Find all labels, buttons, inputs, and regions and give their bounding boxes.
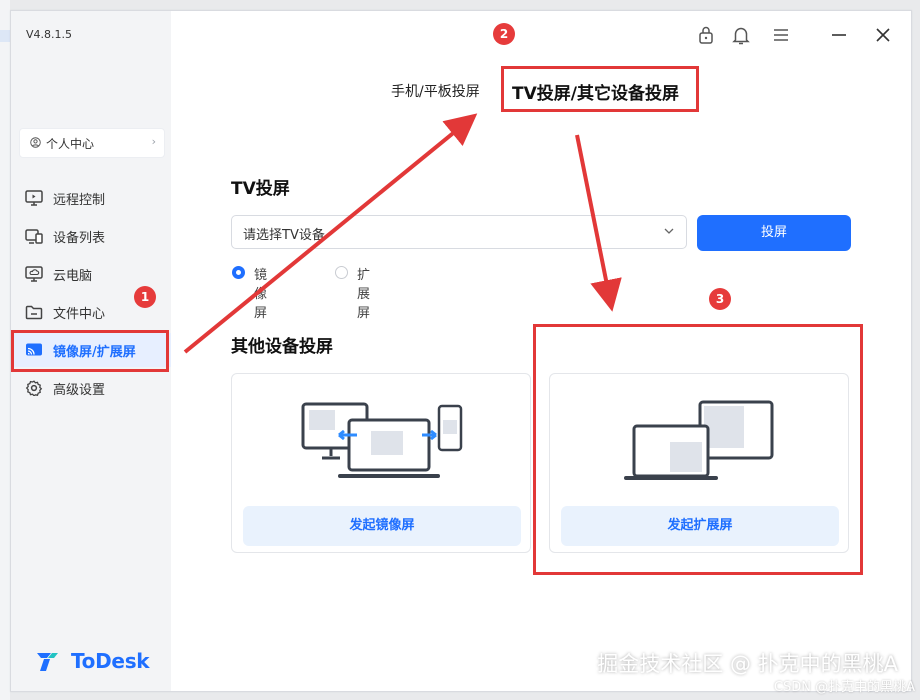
annotation-badge-2: 2: [493, 23, 515, 45]
logo-text: ToDesk: [71, 649, 150, 673]
cast-button[interactable]: 投屏: [697, 215, 851, 251]
sidebar-item-label: 设备列表: [53, 231, 106, 246]
tv-device-placeholder: 请选择TV设备: [243, 228, 325, 243]
menu-icon[interactable]: [770, 24, 792, 46]
sidebar-item-remote-control[interactable]: 远程控制: [11, 181, 171, 215]
folder-icon: [25, 305, 43, 320]
background-window-edge: [0, 0, 10, 700]
version-label: V4.8.1.5: [26, 28, 73, 41]
profile-label: 个人中心: [46, 137, 95, 151]
watermark: 掘金技术社区 @ 扑克中的黑桃A: [597, 652, 898, 676]
lock-icon[interactable]: [695, 24, 717, 46]
tab-tv-other-devices[interactable]: TV投屏/其它设备投屏: [501, 66, 699, 112]
sidebar-item-label: 远程控制: [53, 193, 106, 208]
tab-phone-tablet[interactable]: 手机/平板投屏: [391, 81, 480, 101]
mirror-screen-illustration: [301, 402, 463, 478]
chevron-right-icon: ›: [151, 135, 156, 148]
annotation-box-extend: [533, 324, 863, 575]
cloud-pc-icon: [25, 266, 43, 282]
user-icon: [30, 137, 41, 148]
radio-checked-icon: [232, 266, 245, 279]
bell-icon[interactable]: [730, 24, 752, 46]
todesk-logo-icon: [37, 653, 58, 671]
sidebar-item-label: 文件中心: [53, 307, 106, 322]
monitor-icon: [25, 190, 43, 206]
minimize-icon[interactable]: [828, 24, 850, 46]
sidebar-item-label: 高级设置: [53, 383, 106, 398]
start-mirror-button[interactable]: 发起镜像屏: [243, 506, 521, 546]
annotation-badge-1: 1: [134, 286, 156, 308]
radio-extend-label: 扩展屏: [357, 268, 371, 321]
other-devices-title: 其他设备投屏: [231, 337, 333, 357]
profile-button[interactable]: 个人中心 ›: [19, 128, 165, 158]
radio-unchecked-icon: [335, 266, 348, 279]
sidebar-item-label: 云电脑: [53, 269, 93, 284]
annotation-box-sidebar: [11, 330, 169, 372]
radio-mirror-label: 镜像屏: [254, 268, 268, 321]
device-list-icon: [25, 229, 43, 244]
tab-label: TV投屏/其它设备投屏: [512, 84, 679, 104]
close-icon[interactable]: [872, 24, 894, 46]
sidebar-item-advanced-settings[interactable]: 高级设置: [11, 371, 171, 405]
tv-device-select[interactable]: 请选择TV设备: [231, 215, 687, 249]
sidebar-item-device-list[interactable]: 设备列表: [11, 219, 171, 253]
chevron-down-icon: [664, 228, 674, 234]
background-tag: [0, 30, 10, 42]
gear-icon: [25, 380, 43, 396]
annotation-badge-3: 3: [709, 288, 731, 310]
app-window: V4.8.1.5 个人中心 › 远程控制 设备列表 云电脑 文件中心 镜像屏/扩…: [10, 10, 912, 692]
watermark-sub: CSDN @扑克中的黑桃A: [773, 680, 915, 695]
tv-section-title: TV投屏: [231, 179, 290, 199]
mirror-card: 发起镜像屏: [231, 373, 531, 553]
